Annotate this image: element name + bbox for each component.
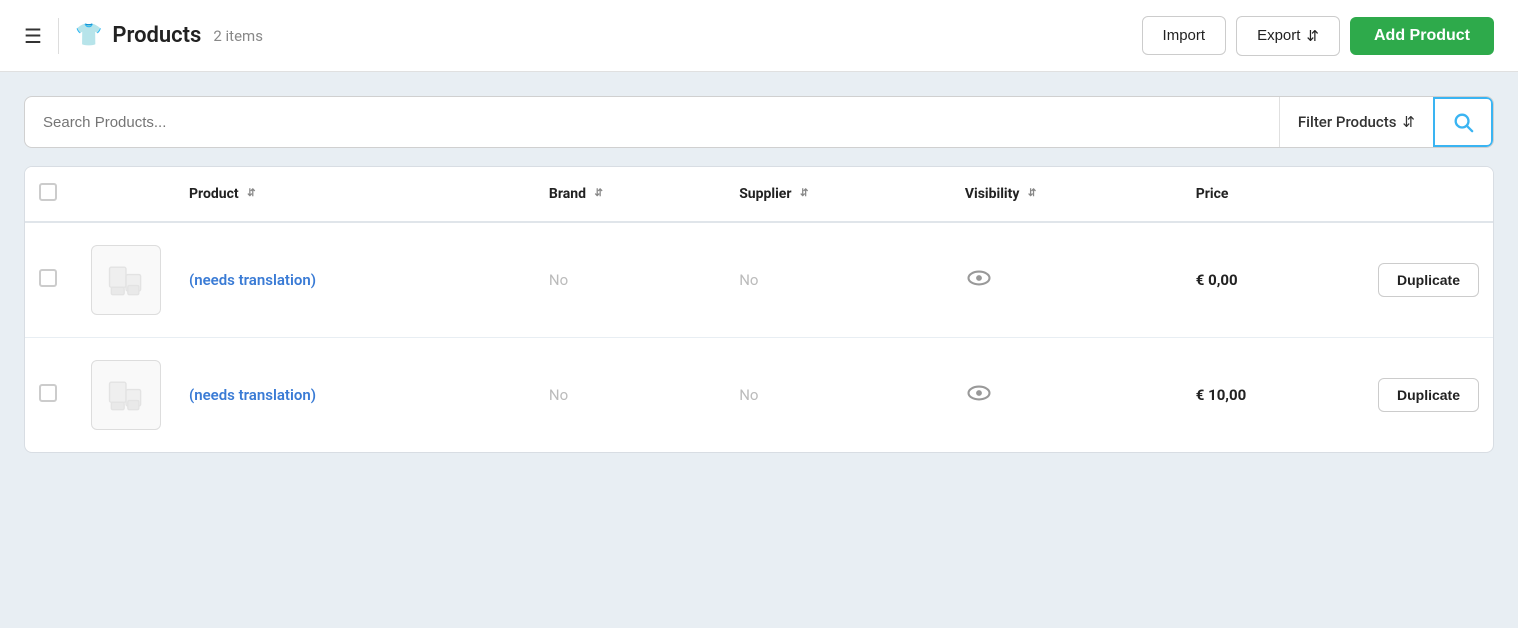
row1-visibility-cell — [951, 222, 1182, 338]
row1-product-link[interactable]: (needs translation) — [189, 271, 316, 289]
th-visibility[interactable]: Visibility ⇵ — [951, 167, 1182, 222]
th-action — [1364, 167, 1493, 222]
row1-supplier: No — [739, 271, 758, 289]
add-product-button[interactable]: Add Product — [1350, 17, 1494, 55]
row2-visibility-cell — [951, 338, 1182, 453]
filter-icon: ⇵ — [1402, 113, 1415, 131]
row2-checkbox[interactable] — [39, 384, 57, 402]
products-icon: 👕 — [75, 23, 102, 48]
search-icon — [1452, 111, 1474, 133]
sort-product-icon: ⇵ — [247, 189, 255, 199]
th-image — [77, 167, 175, 222]
row1-checkbox-cell — [25, 222, 77, 338]
row1-product-cell: (needs translation) — [175, 222, 535, 338]
menu-icon[interactable]: ☰ — [24, 24, 42, 48]
th-supplier[interactable]: Supplier ⇵ — [725, 167, 951, 222]
th-brand[interactable]: Brand ⇵ — [535, 167, 725, 222]
row2-thumbnail — [91, 360, 161, 430]
search-bar: Filter Products ⇵ — [24, 96, 1494, 148]
row1-brand: No — [549, 271, 568, 289]
row2-checkbox-cell — [25, 338, 77, 453]
products-table-container: Product ⇵ Brand ⇵ Supplier ⇵ Visibility … — [24, 166, 1494, 453]
export-icon: ⇵ — [1306, 27, 1319, 45]
sort-visibility-icon: ⇵ — [1028, 189, 1036, 199]
item-count: 2 items — [213, 27, 263, 45]
row1-image-cell — [77, 222, 175, 338]
products-table: Product ⇵ Brand ⇵ Supplier ⇵ Visibility … — [25, 167, 1493, 452]
filter-label: Filter Products — [1298, 113, 1397, 131]
row2-duplicate-button[interactable]: Duplicate — [1378, 378, 1479, 412]
row2-supplier-cell: No — [725, 338, 951, 453]
export-button[interactable]: Export ⇵ — [1236, 16, 1340, 56]
table-header: Product ⇵ Brand ⇵ Supplier ⇵ Visibility … — [25, 167, 1493, 222]
th-checkbox — [25, 167, 77, 222]
main-content: Filter Products ⇵ Product ⇵ — [0, 72, 1518, 477]
row1-duplicate-button[interactable]: Duplicate — [1378, 263, 1479, 297]
header-actions: Import Export ⇵ Add Product — [1142, 16, 1494, 56]
row2-image-cell — [77, 338, 175, 453]
row2-brand-cell: No — [535, 338, 725, 453]
row2-price-cell: € 10,00 — [1182, 338, 1364, 453]
row2-product-link[interactable]: (needs translation) — [189, 386, 316, 404]
page-header: ☰ 👕 Products 2 items Import Export ⇵ Add… — [0, 0, 1518, 72]
row2-supplier: No — [739, 386, 758, 404]
filter-products-button[interactable]: Filter Products ⇵ — [1279, 97, 1433, 147]
table-row: (needs translation) No No — [25, 338, 1493, 453]
row1-thumbnail — [91, 245, 161, 315]
row2-brand: No — [549, 386, 568, 404]
row2-visibility-icon — [965, 379, 993, 407]
search-input[interactable] — [25, 97, 1279, 147]
sort-brand-icon: ⇵ — [594, 189, 602, 199]
row2-price: € 10,00 — [1196, 386, 1246, 404]
row1-action-cell: Duplicate — [1364, 222, 1493, 338]
row2-action-cell: Duplicate — [1364, 338, 1493, 453]
header-divider — [58, 18, 59, 54]
table-row: (needs translation) No No — [25, 222, 1493, 338]
row1-price-cell: € 0,00 — [1182, 222, 1364, 338]
import-button[interactable]: Import — [1142, 16, 1227, 55]
header-row: Product ⇵ Brand ⇵ Supplier ⇵ Visibility … — [25, 167, 1493, 222]
row1-checkbox[interactable] — [39, 269, 57, 287]
row1-supplier-cell: No — [725, 222, 951, 338]
row1-visibility-icon — [965, 264, 993, 292]
search-button[interactable] — [1433, 97, 1493, 147]
sort-supplier-icon: ⇵ — [800, 189, 808, 199]
select-all-checkbox[interactable] — [39, 183, 57, 201]
export-label: Export — [1257, 27, 1300, 44]
th-product[interactable]: Product ⇵ — [175, 167, 535, 222]
row1-brand-cell: No — [535, 222, 725, 338]
product-image-icon — [104, 258, 148, 302]
product-image-icon — [104, 373, 148, 417]
table-body: (needs translation) No No — [25, 222, 1493, 452]
row1-price: € 0,00 — [1196, 271, 1238, 289]
th-price: Price — [1182, 167, 1364, 222]
row2-product-cell: (needs translation) — [175, 338, 535, 453]
page-title: Products — [112, 23, 201, 48]
